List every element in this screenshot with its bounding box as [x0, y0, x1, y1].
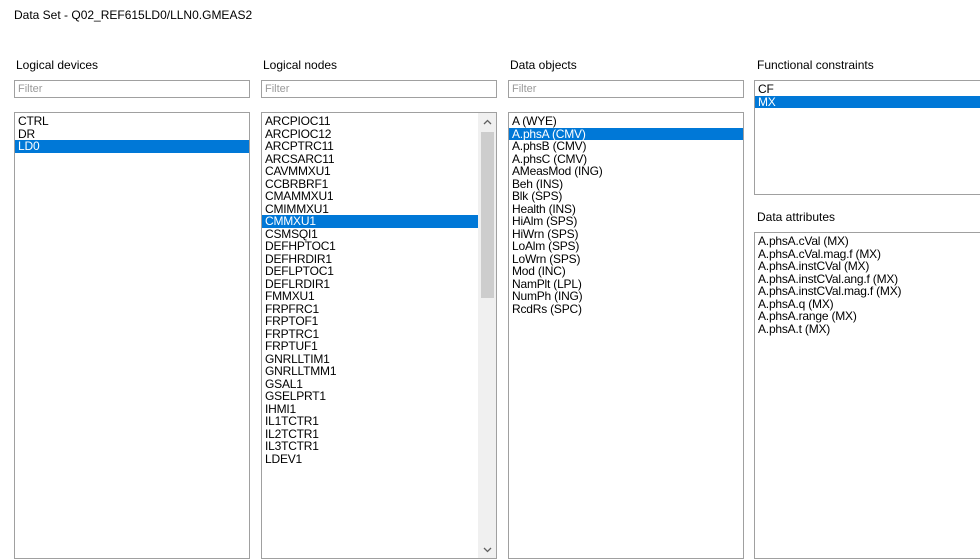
data-attribute-item[interactable]: A.phsA.t (MX)	[755, 322, 980, 336]
logical-devices-label: Logical devices	[16, 58, 99, 72]
data-object-item[interactable]: HiAlm (SPS)	[509, 215, 743, 228]
data-object-item[interactable]: Mod (INC)	[509, 265, 743, 278]
data-attribute-item[interactable]: A.phsA.cVal (MX)	[755, 235, 980, 248]
data-attribute-item[interactable]: A.phsA.range (MX)	[755, 310, 980, 323]
data-object-item[interactable]: Blk (SPS)	[509, 190, 743, 203]
logical-node-item[interactable]: DEFLPTOC1	[262, 265, 479, 278]
chevron-up-icon[interactable]	[479, 113, 496, 130]
data-object-item[interactable]: A (WYE)	[509, 115, 743, 128]
data-object-item[interactable]: A.phsB (CMV)	[509, 140, 743, 153]
logical-devices-filter-input[interactable]	[14, 80, 250, 98]
data-attribute-item[interactable]: A.phsA.instCVal (MX)	[755, 260, 980, 273]
logical-nodes-label: Logical nodes	[263, 58, 338, 72]
logical-nodes-filter-input[interactable]	[261, 80, 497, 98]
logical-node-item[interactable]: FRPTUF1	[262, 340, 479, 353]
logical-node-item[interactable]: IL1TCTR1	[262, 415, 479, 428]
logical-node-item[interactable]: ARCPTRC11	[262, 140, 479, 153]
data-object-item[interactable]: AMeasMod (ING)	[509, 165, 743, 178]
logical-nodes-scrollbar[interactable]	[478, 113, 496, 558]
data-object-item[interactable]: LoAlm (SPS)	[509, 240, 743, 253]
logical-node-item[interactable]: CMAMMXU1	[262, 190, 479, 203]
data-object-item[interactable]: NumPh (ING)	[509, 290, 743, 303]
functional-constraints-label: Functional constraints	[757, 58, 874, 72]
logical-node-item[interactable]: FRPTOF1	[262, 315, 479, 328]
functional-constraint-item[interactable]: CF	[755, 83, 980, 96]
logical-node-item[interactable]: IL3TCTR1	[262, 440, 479, 453]
logical-node-item[interactable]: FMMXU1	[262, 290, 479, 303]
logical-node-item[interactable]: GNRLLTMM1	[262, 365, 479, 378]
logical-node-item[interactable]: CMMXU1	[262, 215, 479, 228]
data-attributes-label: Data attributes	[757, 210, 836, 224]
logical-node-item[interactable]: ARCPIOC11	[262, 115, 479, 128]
logical-device-item[interactable]: CTRL	[15, 115, 249, 128]
logical-device-item[interactable]: LD0	[15, 140, 249, 153]
data-attribute-item[interactable]: A.phsA.instCVal.mag.f (MX)	[755, 285, 980, 298]
logical-device-item[interactable]: DR	[15, 127, 249, 141]
data-objects-list[interactable]: A (WYE) A.phsA (CMV) A.phsB (CMV) A.phsC (C…	[508, 112, 744, 559]
functional-constraint-item[interactable]: MX	[755, 95, 980, 108]
logical-nodes-list[interactable]: ARCPIOC11 ARCPIOC12 ARCPTRC11 ARCSARC11 CAVM…	[261, 112, 497, 559]
window-title: Data Set - Q02_REF615LD0/LLN0.GMEAS2	[14, 8, 253, 22]
logical-node-item[interactable]: CAVMMXU1	[262, 165, 479, 178]
data-objects-filter-input[interactable]	[508, 80, 744, 98]
data-object-item[interactable]: RcdRs (SPC)	[509, 302, 743, 316]
chevron-down-icon[interactable]	[479, 541, 496, 558]
scroll-thumb[interactable]	[481, 132, 494, 298]
logical-devices-list[interactable]: CTRL DR LD0	[14, 112, 250, 559]
logical-node-item[interactable]: DEFHPTOC1	[262, 240, 479, 253]
functional-constraints-list[interactable]: CF MX	[754, 80, 980, 195]
logical-node-item[interactable]: GSELPRT1	[262, 390, 479, 403]
data-objects-label: Data objects	[510, 58, 577, 72]
data-attributes-list[interactable]: A.phsA.cVal (MX) A.phsA.cVal.mag.f (MX) A.…	[754, 232, 980, 559]
logical-node-item[interactable]: LDEV1	[262, 452, 479, 466]
